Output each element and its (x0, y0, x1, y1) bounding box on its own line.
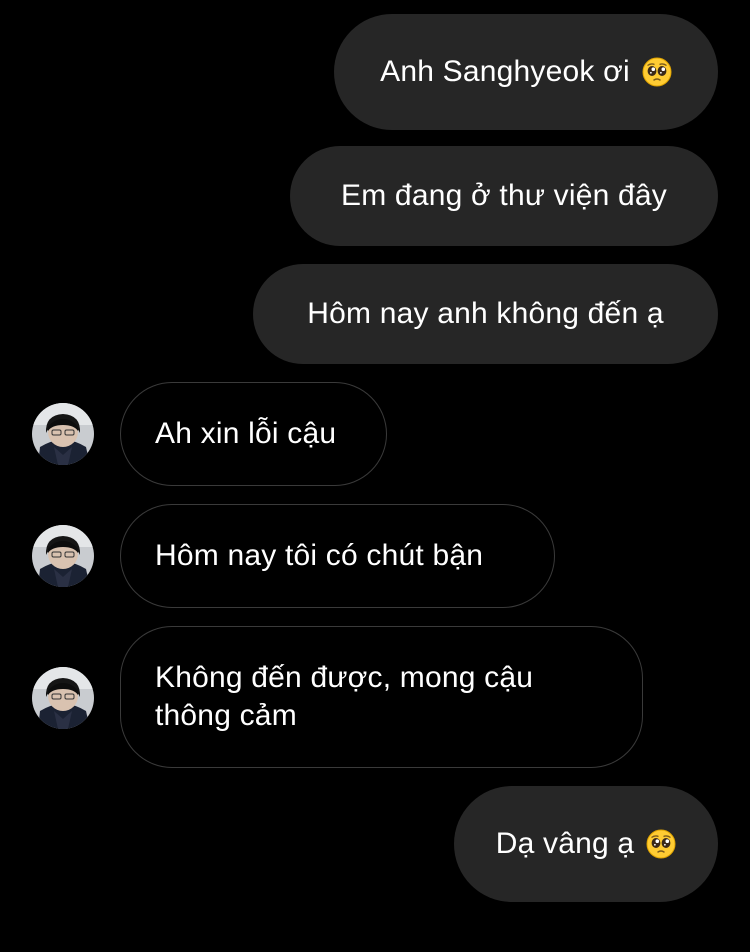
incoming-message-bubble[interactable]: Hôm nay tôi có chút bận (120, 504, 555, 608)
pleading-face-icon (642, 57, 672, 87)
message-text: Ah xin lỗi cậu (155, 417, 337, 450)
outgoing-message-bubble[interactable]: Dạ vâng ạ (454, 786, 718, 902)
incoming-message-bubble[interactable]: Không đến được, mong cậu thông cảm (120, 626, 643, 768)
contact-avatar[interactable] (32, 403, 94, 465)
message-text: Em đang ở thư viện đây (341, 179, 667, 212)
outgoing-message-bubble[interactable]: Hôm nay anh không đến ạ (253, 264, 718, 364)
outgoing-message-bubble[interactable]: Anh Sanghyeok ơi (334, 14, 718, 130)
message-text: Không đến được, mong cậu thông cảm (155, 661, 534, 732)
outgoing-message-bubble[interactable]: Em đang ở thư viện đây (290, 146, 718, 246)
message-text: Anh Sanghyeok ơi (380, 55, 630, 88)
pleading-face-icon (646, 829, 676, 859)
message-thread: Anh Sanghyeok ơi Em đang ở thư viện đây … (0, 0, 750, 952)
message-text: Hôm nay anh không đến ạ (307, 297, 664, 330)
contact-avatar[interactable] (32, 667, 94, 729)
message-text: Dạ vâng ạ (495, 827, 635, 860)
incoming-message-bubble[interactable]: Ah xin lỗi cậu (120, 382, 387, 486)
message-text: Hôm nay tôi có chút bận (155, 539, 484, 572)
contact-avatar[interactable] (32, 525, 94, 587)
